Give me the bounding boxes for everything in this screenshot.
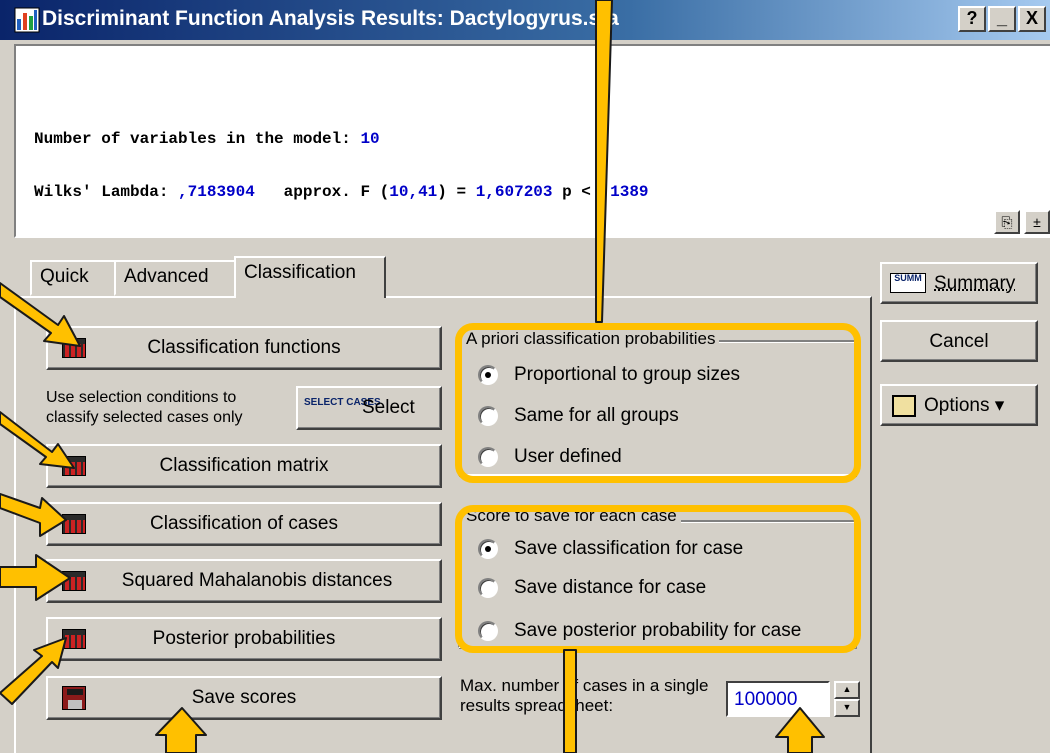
degrees-of-freedom: 10,41 <box>389 183 438 201</box>
spreadsheet-icon <box>62 456 86 476</box>
p-value: ,1389 <box>600 183 649 201</box>
save-scores-label: Save scores <box>191 687 297 708</box>
score-highlight <box>455 505 861 653</box>
approx-f-label: approx. F ( <box>254 183 390 201</box>
select-cases-button[interactable]: SELECT CASES Select <box>296 386 442 430</box>
tab-advanced[interactable]: Advanced <box>114 260 236 296</box>
summary-label: Summary <box>934 273 1016 294</box>
classification-functions-button[interactable]: Classification functions <box>46 326 442 370</box>
spreadsheet-icon <box>62 514 86 534</box>
save-disk-icon <box>62 686 86 710</box>
classification-of-cases-label: Classification of cases <box>150 513 338 534</box>
expand-icon[interactable]: ± <box>1024 210 1050 234</box>
summary-button[interactable]: SUMM Summary <box>880 262 1038 304</box>
variables-label: Number of variables in the model: <box>34 130 361 148</box>
window-title: Discriminant Function Analysis Results: … <box>42 7 619 30</box>
max-cases-input[interactable]: 100000 <box>726 681 830 717</box>
save-scores-button[interactable]: Save scores <box>46 676 442 720</box>
selection-note: Use selection conditions to classify sel… <box>46 389 243 426</box>
mahalanobis-distances-button[interactable]: Squared Mahalanobis distances <box>46 559 442 603</box>
options-icon <box>892 395 916 417</box>
copy-icon[interactable]: ⎘ <box>994 210 1020 234</box>
spin-down-icon[interactable]: ▼ <box>834 699 860 717</box>
mahalanobis-label: Squared Mahalanobis distances <box>121 570 393 591</box>
spreadsheet-icon <box>62 629 86 649</box>
cancel-button[interactable]: Cancel <box>880 320 1038 362</box>
classification-functions-label: Classification functions <box>147 337 341 358</box>
title-bar[interactable]: Discriminant Function Analysis Results: … <box>0 0 1050 40</box>
summary-icon: SUMM <box>890 273 926 293</box>
minimize-button[interactable]: _ <box>988 6 1016 32</box>
wilks-label: Wilks' Lambda: <box>34 183 179 201</box>
tab-classification[interactable]: Classification <box>234 256 386 298</box>
options-button[interactable]: Options ▾ <box>880 384 1038 426</box>
f-value: 1,607203 <box>475 183 553 201</box>
tab-quick[interactable]: Quick <box>30 260 116 296</box>
spin-up-icon[interactable]: ▲ <box>834 681 860 699</box>
priors-highlight <box>455 323 861 483</box>
variables-line: Number of variables in the model: 10 <box>34 130 380 148</box>
equals-label: ) = <box>437 183 476 201</box>
select-label: Select <box>362 397 415 418</box>
select-cases-icon: SELECT CASES <box>304 397 381 408</box>
close-button[interactable]: X <box>1018 6 1046 32</box>
help-button[interactable]: ? <box>958 6 986 32</box>
classification-matrix-label: Classification matrix <box>159 455 329 476</box>
options-label: Options ▾ <box>924 395 1005 416</box>
posterior-probabilities-button[interactable]: Posterior probabilities <box>46 617 442 661</box>
results-output-panel[interactable]: Number of variables in the model: 10 Wil… <box>14 44 1050 238</box>
wilks-line: Wilks' Lambda: ,7183904 approx. F (10,41… <box>34 183 649 201</box>
classification-of-cases-button[interactable]: Classification of cases <box>46 502 442 546</box>
variables-count: 10 <box>360 130 380 148</box>
spreadsheet-icon <box>62 571 86 591</box>
p-label: p < <box>552 183 601 201</box>
max-cases-label: Max. number of cases in a single results… <box>460 676 709 715</box>
spreadsheet-icon <box>62 338 86 358</box>
statistica-app-icon <box>14 7 40 33</box>
classification-matrix-button[interactable]: Classification matrix <box>46 444 442 488</box>
wilks-lambda-value: ,7183904 <box>178 183 255 201</box>
posterior-probabilities-label: Posterior probabilities <box>152 628 336 649</box>
